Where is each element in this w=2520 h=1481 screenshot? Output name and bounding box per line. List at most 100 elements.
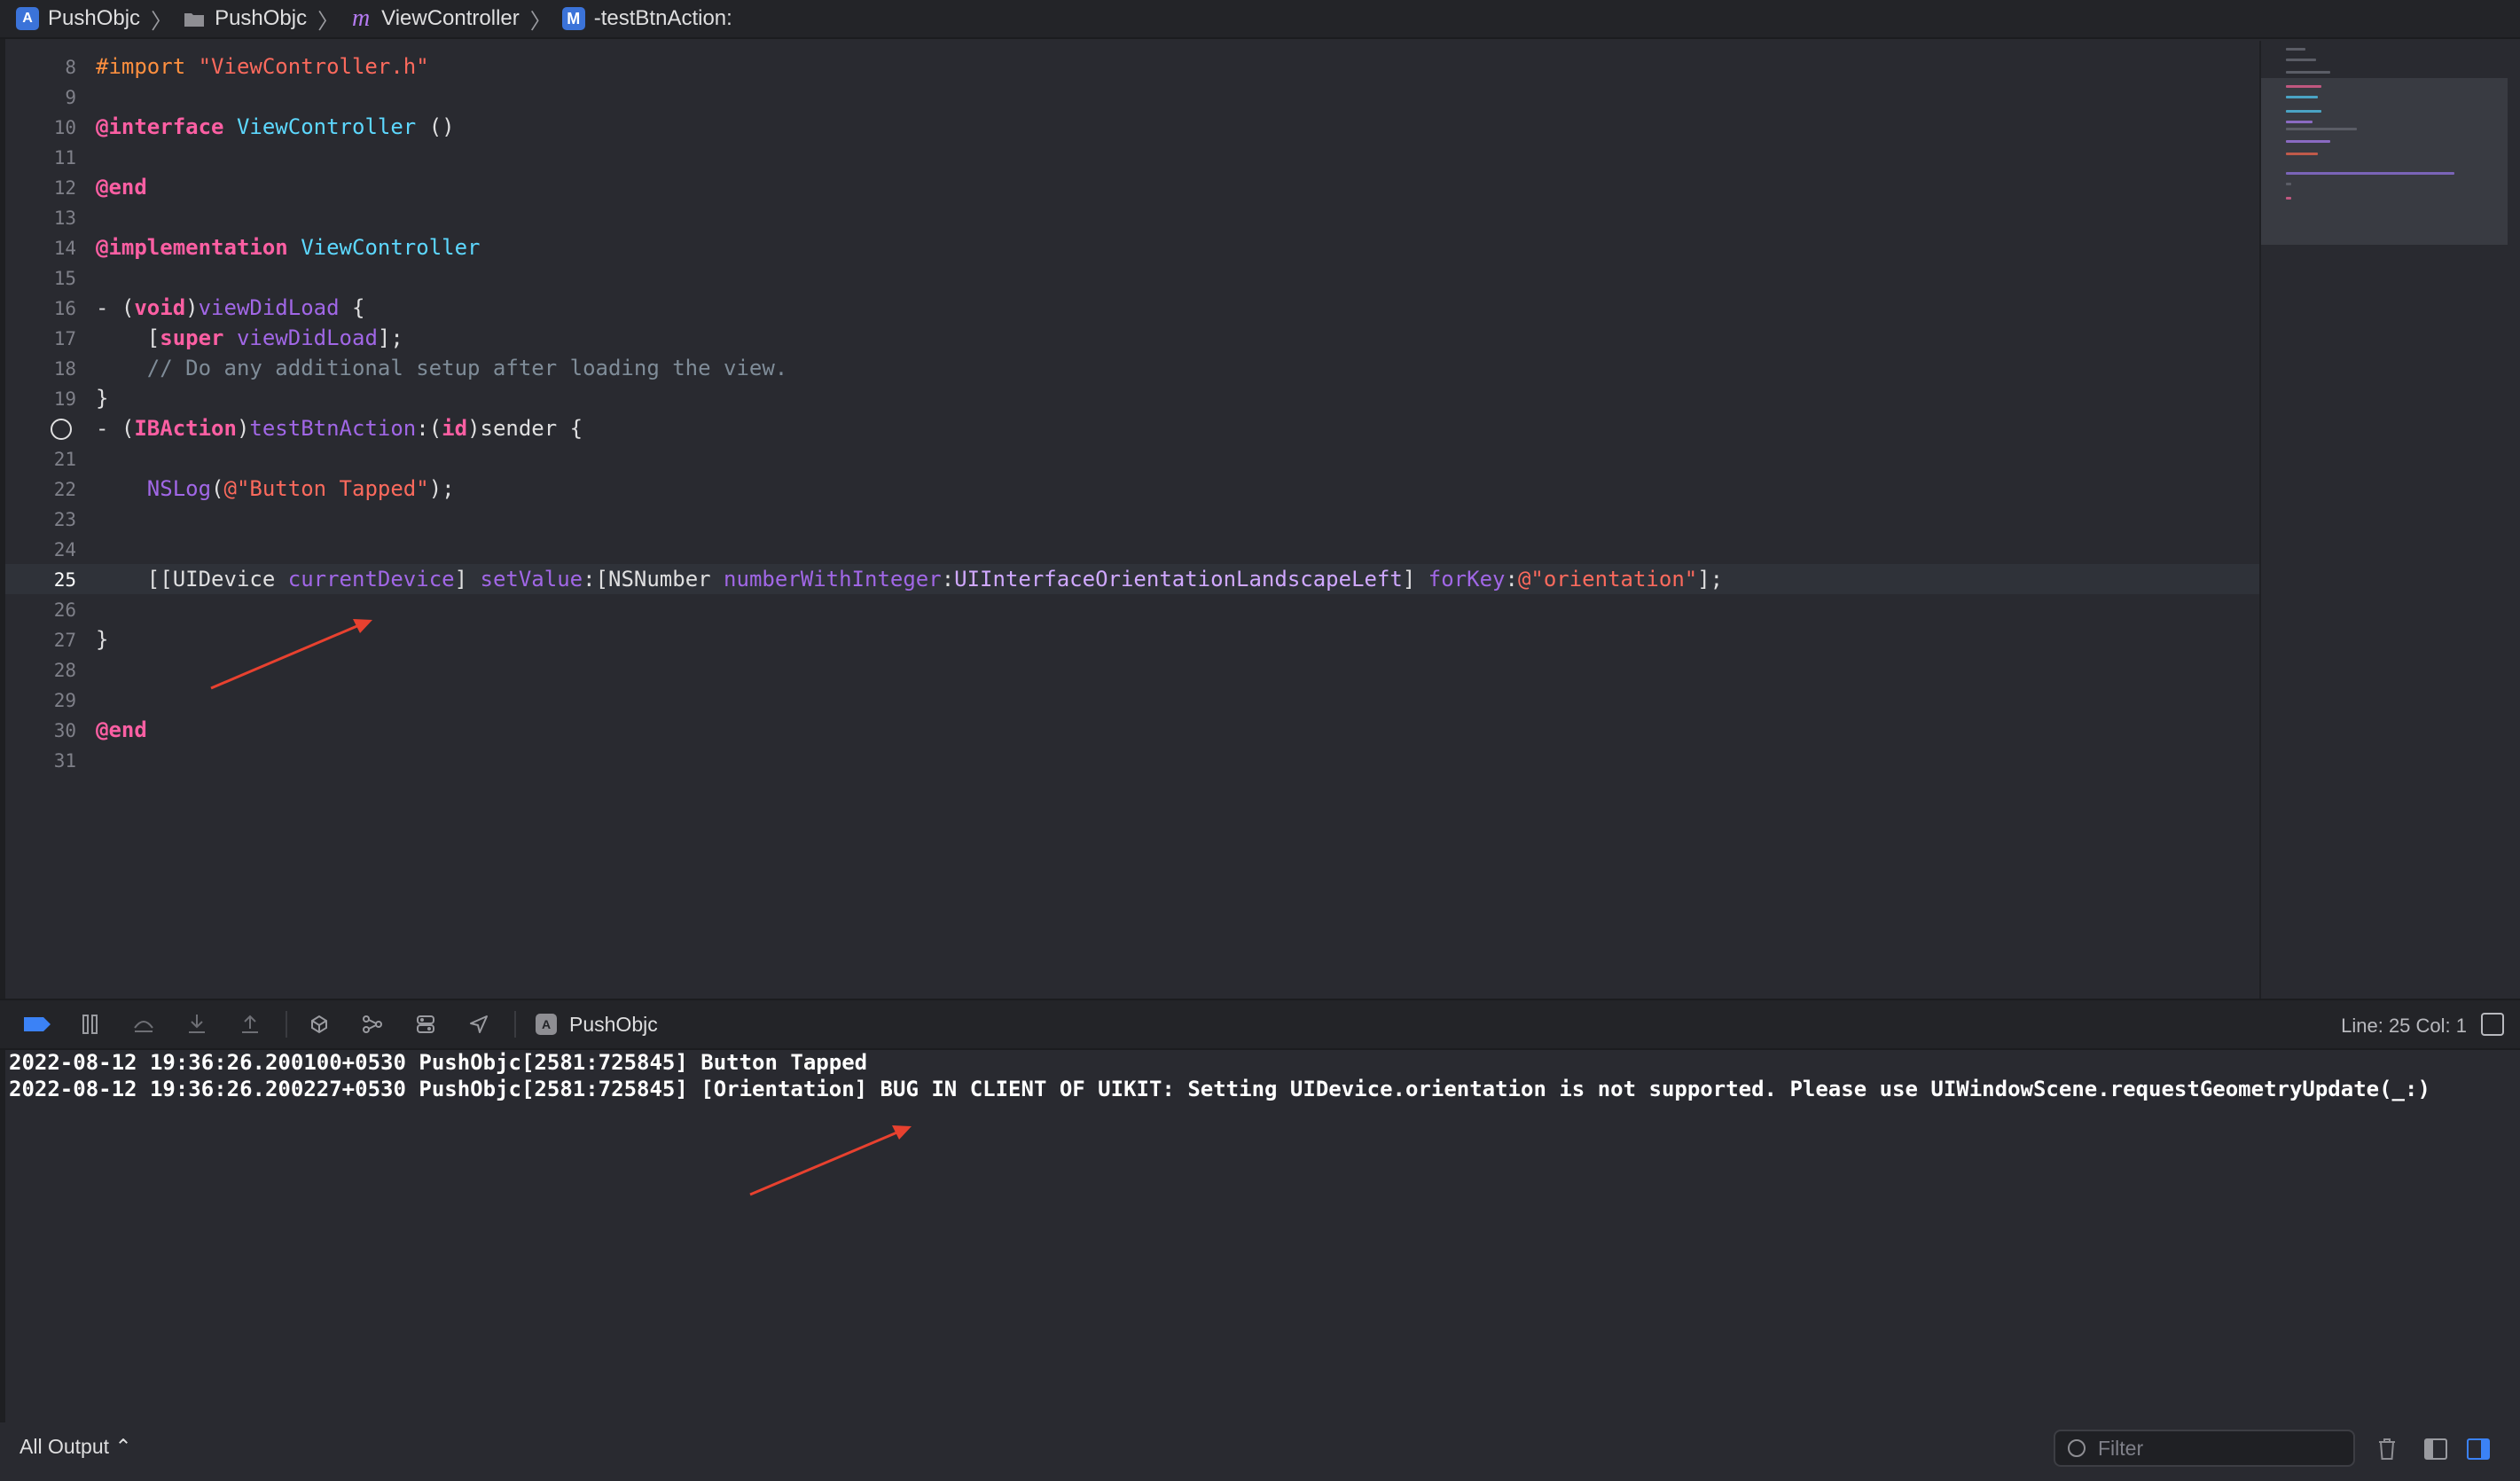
line-number: 17	[53, 328, 76, 349]
console-line: 2022-08-12 19:36:26.200227+0530 PushObjc…	[9, 1077, 2430, 1101]
step-into-icon	[189, 1015, 205, 1033]
step-into-button[interactable]	[179, 1007, 215, 1042]
line-number: 19	[53, 388, 76, 410]
method-icon: M	[561, 7, 585, 30]
line-number: 15	[53, 268, 76, 289]
code-line: @interface ViewController ()	[96, 114, 455, 139]
debug-target-label: PushObjc	[569, 1012, 658, 1036]
line-number: 26	[53, 599, 76, 621]
step-out-button[interactable]	[232, 1007, 268, 1042]
minimap-line	[2286, 197, 2291, 200]
app-icon: A	[536, 1014, 557, 1035]
minimap-line	[2286, 48, 2305, 51]
line-number: 22	[53, 479, 76, 500]
line-number: 24	[53, 539, 76, 560]
line-number: 8	[65, 57, 76, 78]
code-line: }	[96, 627, 109, 652]
code-line: [super viewDidLoad];	[96, 325, 403, 350]
minimap[interactable]	[2259, 41, 2508, 999]
line-number: 18	[53, 358, 76, 380]
pause-button[interactable]	[73, 1007, 108, 1042]
breadcrumb-method[interactable]: M -testBtnAction:	[561, 6, 732, 31]
step-out-icon	[242, 1015, 258, 1033]
simulate-location-button[interactable]	[461, 1007, 497, 1042]
minimap-line	[2286, 59, 2316, 61]
pause-icon	[82, 1015, 98, 1034]
objc-file-icon: m	[352, 4, 371, 32]
line-number: 10	[53, 117, 76, 138]
line-number: 23	[53, 509, 76, 530]
breakpoints-toggle-button[interactable]	[20, 1007, 55, 1042]
minimap-line	[2286, 85, 2321, 88]
line-number: 30	[53, 720, 76, 741]
breadcrumb-label: -testBtnAction:	[593, 6, 732, 30]
view-hierarchy-icon	[311, 1015, 327, 1034]
breakpoint-circle-icon[interactable]	[51, 419, 72, 440]
minimap-line	[2286, 140, 2330, 143]
debug-bar: A PushObjc Line: 25 Col: 1	[0, 999, 2520, 1050]
minimap-line	[2286, 183, 2291, 185]
trash-icon[interactable]	[2376, 1437, 2398, 1468]
toolbar-divider	[286, 1011, 287, 1038]
breadcrumb-folder[interactable]: PushObjc 〉	[183, 4, 349, 35]
breakpoint-icon	[24, 1017, 51, 1031]
code-line: NSLog(@"Button Tapped");	[146, 476, 455, 501]
line-number: 11	[53, 147, 76, 168]
show-console-view-icon[interactable]	[2467, 1438, 2490, 1460]
environment-overrides-button[interactable]	[408, 1007, 443, 1042]
line-number: 9	[65, 87, 76, 108]
chevron-right-icon: 〉	[529, 9, 552, 34]
line-number: 16	[53, 298, 76, 319]
minimap-line	[2286, 121, 2313, 123]
hide-debug-area-icon[interactable]	[2481, 1013, 2504, 1036]
output-filter-dropdown[interactable]: All Output ⌃	[20, 1435, 132, 1459]
console-footer: All Output ⌃	[0, 1422, 2520, 1481]
environment-overrides-icon	[417, 1015, 434, 1033]
line-number-current: 25	[53, 569, 76, 591]
breadcrumb-project[interactable]: A PushObjc 〉	[16, 4, 183, 35]
breadcrumb-label: PushObjc	[48, 6, 141, 30]
memory-graph-icon	[363, 1015, 382, 1033]
code-line: - (void)viewDidLoad {	[96, 295, 365, 320]
code-line: @end	[96, 717, 147, 742]
code-line: #import "ViewController.h"	[96, 54, 429, 79]
minimap-line	[2286, 110, 2321, 113]
source-editor[interactable]: 8 9 10 11 12 13 14 15 16 17 18 19 21 22 …	[5, 41, 2259, 999]
minimap-viewport[interactable]	[2261, 78, 2508, 245]
line-number: 29	[53, 690, 76, 711]
line-number: 28	[53, 660, 76, 681]
step-over-button[interactable]	[126, 1007, 161, 1042]
memory-graph-button[interactable]	[355, 1007, 390, 1042]
show-variables-view-icon[interactable]	[2424, 1438, 2447, 1460]
minimap-line-current	[2286, 172, 2454, 175]
code-line: }	[96, 386, 109, 411]
code-line-current: [[UIDevice currentDevice] setValue:[NSNu…	[96, 567, 1724, 592]
breadcrumb-label: ViewController	[381, 6, 520, 30]
breadcrumb-label: PushObjc	[215, 6, 308, 30]
console-line: 2022-08-12 19:36:26.200100+0530 PushObjc…	[9, 1050, 868, 1075]
minimap-line	[2286, 128, 2357, 130]
toolbar-divider	[514, 1011, 516, 1038]
cursor-position: Line: 25 Col: 1	[2341, 1015, 2467, 1037]
minimap-line	[2286, 71, 2330, 74]
minimap-line	[2286, 153, 2318, 155]
code-comment: // Do any additional setup after loading…	[96, 356, 788, 380]
line-number: 14	[53, 238, 76, 259]
chevron-right-icon: 〉	[151, 9, 173, 34]
location-arrow-icon	[470, 1015, 488, 1033]
app-icon: A	[16, 7, 39, 30]
line-number: 21	[53, 449, 76, 470]
folder-icon	[183, 7, 206, 30]
debug-target[interactable]: A PushObjc	[536, 1013, 658, 1037]
view-hierarchy-button[interactable]	[301, 1007, 337, 1042]
filter-input[interactable]	[2096, 1435, 2348, 1461]
breadcrumb-file[interactable]: m ViewController 〉	[349, 4, 562, 35]
line-number: 13	[53, 208, 76, 229]
minimap-line	[2286, 96, 2318, 98]
chevron-right-icon: 〉	[317, 9, 340, 34]
filter-icon	[2068, 1439, 2086, 1457]
jump-bar: A PushObjc 〉 PushObjc 〉 m ViewController…	[0, 0, 2520, 39]
console-filter[interactable]	[2054, 1430, 2355, 1467]
console-output[interactable]: 2022-08-12 19:36:26.200100+0530 PushObjc…	[5, 1050, 2515, 1422]
line-number: 27	[53, 630, 76, 651]
